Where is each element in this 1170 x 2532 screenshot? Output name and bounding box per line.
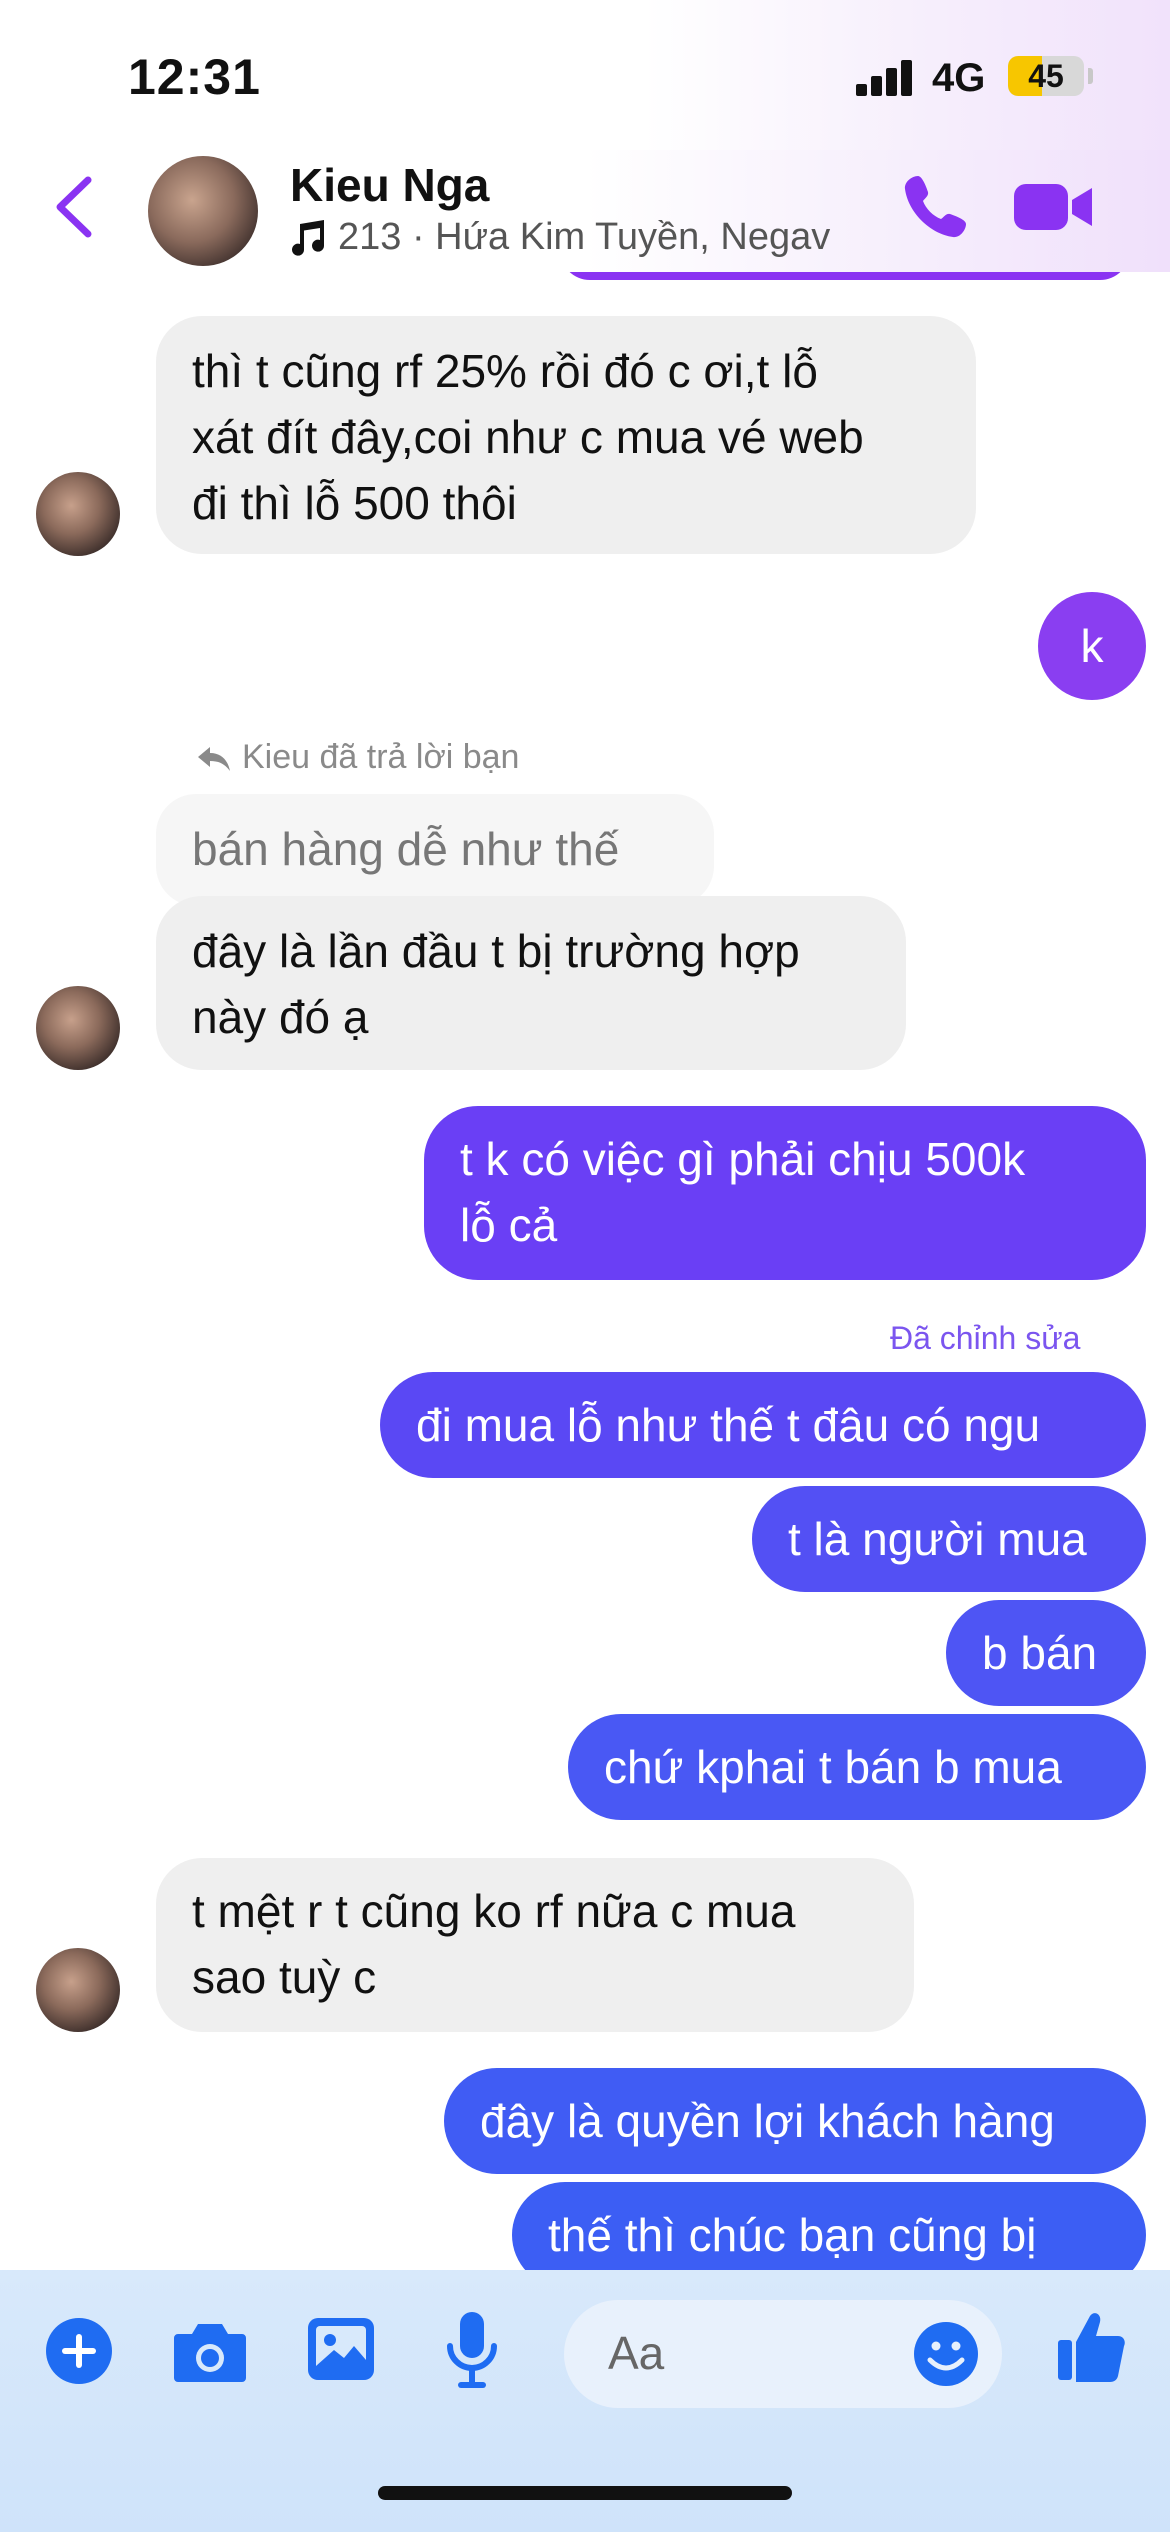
- status-time: 12:31: [128, 49, 261, 105]
- message-text: sao tuỳ c: [192, 1951, 377, 2003]
- video-camera-icon[interactable]: [1012, 176, 1094, 238]
- message-text: đi mua lỗ như thế t đâu có ngu: [416, 1399, 1041, 1451]
- plus-icon[interactable]: [44, 2316, 114, 2386]
- message-text: b bán: [982, 1627, 1098, 1679]
- message-text: này đó ạ: [192, 991, 369, 1043]
- message-input[interactable]: Aa: [564, 2300, 1002, 2408]
- message-text: t là người mua: [788, 1513, 1087, 1565]
- message-text: chứ kphai t bán b mua: [604, 1741, 1062, 1793]
- incoming-message[interactable]: t mệt r t cũng ko rf nữa c mua sao tuỳ c: [156, 1858, 914, 2032]
- battery-icon: 45: [1008, 56, 1084, 96]
- quoted-message[interactable]: bán hàng dễ như thế cơ: [156, 794, 714, 941]
- reply-label-text: Kieu đã trả lời bạn: [242, 738, 520, 776]
- chat-header: Kieu Nga 213 · Hứa Kim Tuyền, Negav: [0, 150, 1170, 272]
- contact-subtitle: 213 · Hứa Kim Tuyền, Negav: [338, 216, 831, 258]
- avatar[interactable]: [148, 156, 258, 266]
- message-text: đây là lần đầu t bị trường hợp: [192, 925, 800, 977]
- message-text: k: [1080, 620, 1104, 672]
- phone-icon[interactable]: [900, 170, 972, 242]
- outgoing-message[interactable]: k: [1038, 592, 1146, 700]
- home-indicator: [378, 2486, 792, 2500]
- outgoing-message[interactable]: t k có việc gì phải chịu 500k lỗ cả: [424, 1106, 1146, 1280]
- status-bar: 12:31 4G 45: [0, 0, 1170, 150]
- microphone-icon[interactable]: [444, 2310, 500, 2392]
- back-chevron-icon[interactable]: [50, 172, 100, 242]
- message-text: t k có việc gì phải chịu 500k: [460, 1133, 1026, 1185]
- message-text: t mệt r t cũng ko rf nữa c mua: [192, 1885, 796, 1937]
- contact-status: 213 · Hứa Kim Tuyền, Negav: [288, 216, 830, 259]
- message-text: đây là quyền lợi khách hàng: [480, 2095, 1055, 2147]
- outgoing-message[interactable]: chứ kphai t bán b mua: [568, 1714, 1146, 1820]
- battery-tip: [1088, 68, 1093, 84]
- message-input-placeholder: Aa: [608, 2327, 665, 2379]
- cell-signal-icon: [856, 60, 914, 96]
- thumbs-up-icon[interactable]: [1056, 2310, 1126, 2384]
- message-text: lỗ cả: [460, 1199, 558, 1251]
- outgoing-message[interactable]: b bán: [946, 1600, 1146, 1706]
- outgoing-message[interactable]: đi mua lỗ như thế t đâu có ngu: [380, 1372, 1146, 1478]
- battery-percent: 45: [1028, 58, 1064, 94]
- avatar[interactable]: [36, 472, 120, 556]
- message-text: đi thì lỗ 500 thôi: [192, 477, 517, 529]
- avatar[interactable]: [36, 986, 120, 1070]
- contact-name[interactable]: Kieu Nga: [290, 158, 489, 212]
- avatar[interactable]: [36, 1948, 120, 2032]
- outgoing-message[interactable]: t là người mua: [752, 1486, 1146, 1592]
- outgoing-message[interactable]: đây là quyền lợi khách hàng: [444, 2068, 1146, 2174]
- music-note-icon: [292, 219, 324, 256]
- reply-label: Kieu đã trả lời bạn: [196, 738, 519, 777]
- message-text: thế thì chúc bạn cũng bị: [548, 2209, 1037, 2261]
- incoming-message[interactable]: thì t cũng rf 25% rồi đó c ơi,t lỗ xát đ…: [156, 316, 976, 554]
- camera-icon[interactable]: [172, 2318, 248, 2384]
- edited-label: Đã chỉnh sửa: [890, 1320, 1081, 1356]
- message-text: thì t cũng rf 25% rồi đó c ơi,t lỗ: [192, 345, 818, 397]
- emoji-icon[interactable]: [912, 2320, 980, 2388]
- reply-arrow-icon: [198, 746, 230, 771]
- gallery-icon[interactable]: [306, 2316, 376, 2382]
- message-text: xát đít đây,coi như c mua vé web: [192, 411, 864, 463]
- incoming-message[interactable]: đây là lần đầu t bị trường hợp này đó ạ: [156, 896, 906, 1070]
- network-type: 4G: [932, 56, 986, 100]
